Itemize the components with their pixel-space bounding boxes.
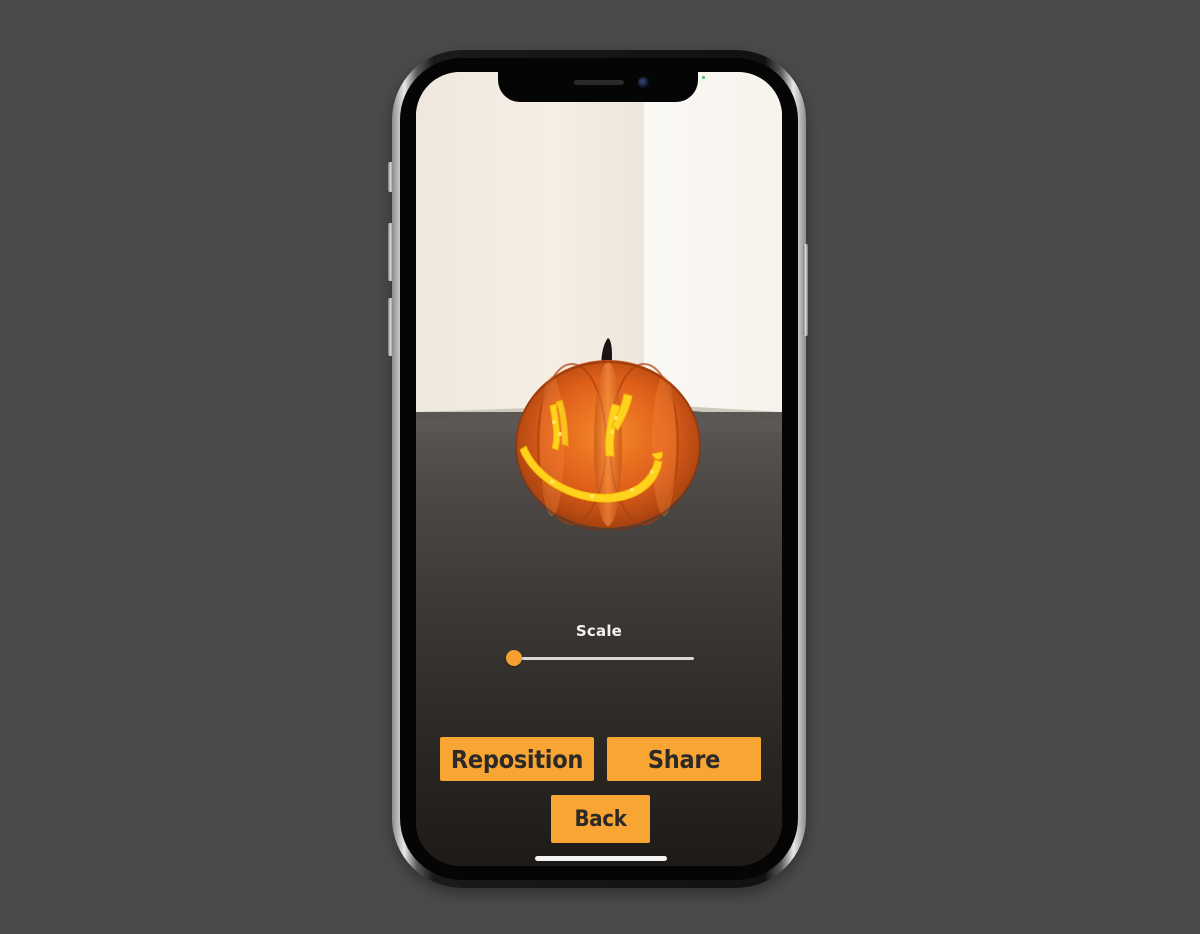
scale-label: Scale: [575, 622, 623, 640]
back-button[interactable]: Back: [551, 795, 650, 843]
share-button[interactable]: Share: [607, 737, 761, 781]
front-camera-icon: [638, 77, 649, 88]
reposition-button[interactable]: Reposition: [440, 737, 594, 781]
scale-slider-thumb[interactable]: [506, 650, 522, 666]
pumpkin-icon: [515, 338, 701, 531]
volume-down-button: [388, 298, 393, 356]
power-button: [803, 244, 808, 336]
canvas-background: Scale Reposition Share Back: [0, 0, 1200, 934]
home-indicator[interactable]: [535, 856, 667, 861]
scale-slider-track: [514, 657, 694, 660]
ar-camera-view[interactable]: Scale Reposition Share Back: [416, 72, 782, 866]
scale-slider[interactable]: [506, 650, 694, 666]
earpiece-speaker: [574, 80, 624, 85]
camera-in-use-indicator: [702, 76, 705, 79]
mute-switch: [388, 162, 393, 192]
volume-up-button: [388, 223, 393, 281]
phone-notch: [498, 72, 698, 102]
ar-pumpkin-model[interactable]: [512, 334, 704, 531]
